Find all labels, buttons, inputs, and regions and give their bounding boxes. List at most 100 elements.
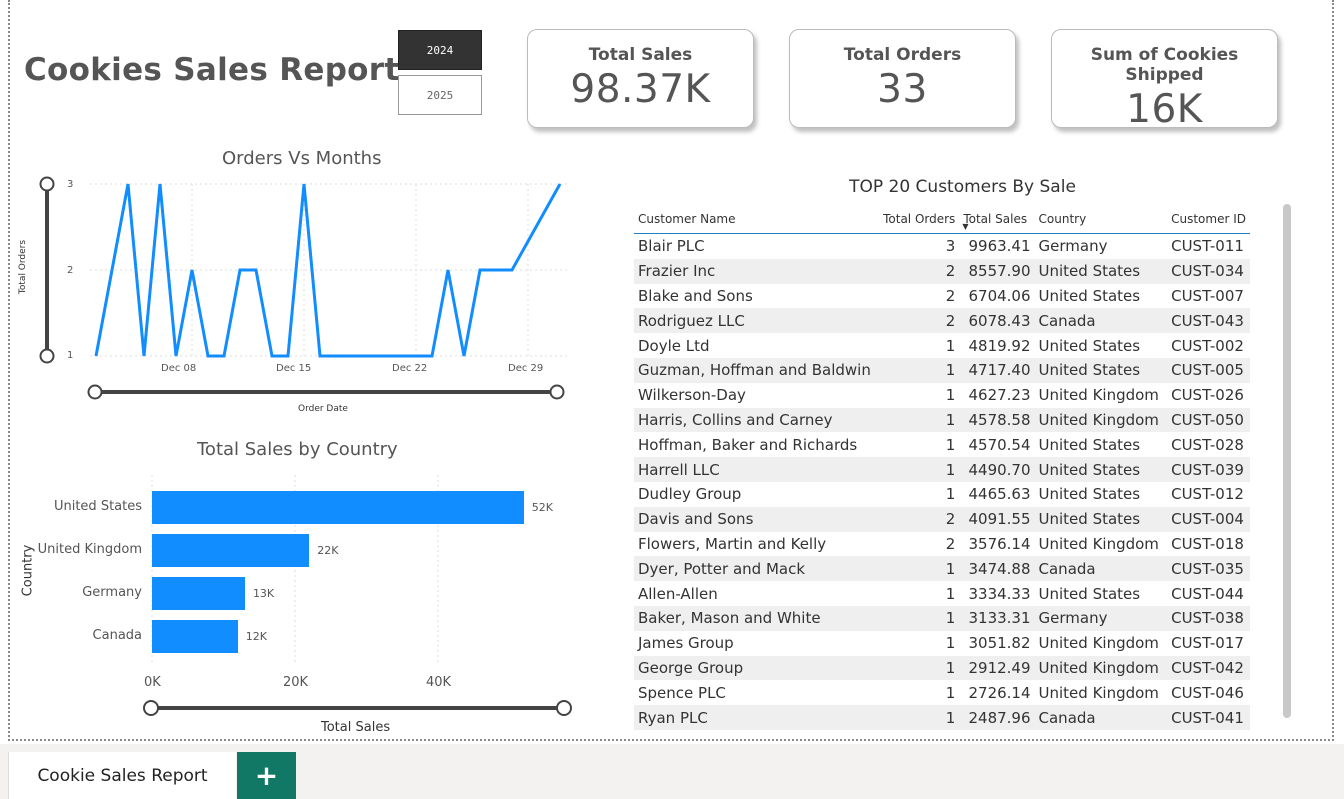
bar-data-label: 52K: [531, 501, 554, 514]
cell-total-orders: 1: [874, 705, 960, 730]
slider-handle[interactable]: [549, 384, 565, 400]
cell-total-orders: 1: [945, 386, 956, 405]
column-header-total-sales[interactable]: Total Sales ▼: [959, 205, 1035, 234]
cell-country: Canada: [1034, 308, 1168, 334]
slider-handle[interactable]: [87, 384, 103, 400]
cell-total-orders: 1: [945, 336, 956, 355]
table-row[interactable]: Guzman, Hoffman and Baldwin 1 4717.40 Unite…: [634, 357, 1250, 383]
cell-total-sales: 4490.70: [959, 457, 1035, 482]
cell-customer-name: Doyle Ltd: [638, 336, 710, 355]
cell-country: United States: [1034, 258, 1168, 284]
cell-customer-name: Wilkerson-Day: [638, 386, 746, 405]
bar-category-label: Canada: [92, 628, 142, 643]
table-row[interactable]: Wilkerson-Day 1 4627.23 United Kingdom CUST-…: [634, 383, 1250, 408]
cell-total-sales: 3051.82: [968, 634, 1031, 653]
x-tick-label: Dec 15: [276, 363, 312, 374]
cell-country: United States: [1034, 457, 1168, 482]
table-row[interactable]: Blair PLC 3 9963.41 Germany CUST-011: [634, 234, 1250, 259]
cell-country: United Kingdom: [1038, 634, 1159, 653]
cell-customer-id: CUST-026: [1171, 386, 1244, 405]
cell-customer-id: CUST-011: [1171, 237, 1244, 256]
table-row[interactable]: James Group 1 3051.82 United Kingdom CUST-01…: [634, 631, 1250, 656]
cell-customer-id: CUST-041: [1167, 705, 1250, 730]
table-row[interactable]: Harris, Collins and Carney 1 4578.58 United…: [634, 407, 1250, 433]
cell-total-orders: 1: [945, 435, 956, 454]
column-header-customer-id[interactable]: Customer ID: [1167, 205, 1250, 234]
table-scrollbar[interactable]: [1283, 204, 1291, 718]
cell-customer-id: CUST-007: [1171, 286, 1244, 305]
cell-total-sales: 3474.88: [959, 556, 1035, 582]
cell-total-orders: 2: [945, 286, 956, 305]
cell-total-sales: 3133.31: [959, 605, 1035, 631]
table-row[interactable]: Baker, Mason and White 1 3133.31 Germany CUS…: [634, 605, 1250, 631]
cell-total-sales: 9963.41: [968, 237, 1031, 256]
column-header-customer-name[interactable]: Customer Name: [634, 205, 875, 234]
tab-cookie-sales-report[interactable]: Cookie Sales Report: [8, 752, 236, 799]
table-row[interactable]: Ryan PLC 1 2487.96 Canada CUST-041: [634, 705, 1250, 730]
cell-customer-id: CUST-028: [1171, 435, 1244, 454]
table-row[interactable]: George Group 1 2912.49 United Kingdom CUST-0…: [634, 655, 1250, 681]
cell-customer-id: CUST-038: [1167, 605, 1250, 631]
bar-chart-title: Total Sales by Country: [197, 439, 398, 460]
cell-total-sales: 4465.63: [968, 485, 1031, 504]
bar-canada[interactable]: [152, 620, 238, 653]
cell-customer-name: Hoffman, Baker and Richards: [638, 435, 858, 454]
add-page-button[interactable]: +: [237, 752, 296, 799]
cell-total-orders: 2: [874, 506, 960, 532]
cell-total-sales: 4091.55: [959, 506, 1035, 532]
table-row[interactable]: Allen-Allen 1 3334.33 United States CUST-044: [634, 581, 1250, 606]
cell-country: United States: [1034, 357, 1168, 383]
cell-customer-id: CUST-044: [1171, 584, 1244, 603]
slider-handle[interactable]: [39, 348, 55, 364]
cell-country: United States: [1038, 485, 1141, 504]
bar-germany[interactable]: [152, 577, 245, 610]
cell-customer-name: Baker, Mason and White: [634, 605, 875, 631]
cell-customer-name: Blake and Sons: [638, 286, 753, 305]
cell-country: United States: [1038, 584, 1141, 603]
column-header-total-orders[interactable]: Total Orders: [874, 205, 960, 234]
cell-customer-id: CUST-002: [1171, 336, 1244, 355]
cell-customer-id: CUST-039: [1167, 457, 1250, 482]
table-row[interactable]: Rodriguez LLC 2 6078.43 Canada CUST-043: [634, 308, 1250, 334]
cell-country: United Kingdom: [1034, 407, 1168, 433]
table-row[interactable]: Hoffman, Baker and Richards 1 4570.54 Unite…: [634, 432, 1250, 457]
slider-handle[interactable]: [143, 700, 159, 716]
column-header-country[interactable]: Country: [1034, 205, 1168, 234]
cell-total-orders: 2: [874, 258, 960, 284]
cell-country: United Kingdom: [1038, 386, 1159, 405]
table-row[interactable]: Dudley Group 1 4465.63 United States CUST-01…: [634, 482, 1250, 507]
kpi-card-total-sales[interactable]: Total Sales 98.37K: [527, 29, 754, 128]
table-row[interactable]: Dyer, Potter and Mack 1 3474.88 Canada CUST-…: [634, 556, 1250, 582]
cell-total-orders: 2: [945, 534, 956, 553]
year-slicer-2025[interactable]: 2025: [398, 75, 482, 115]
cell-total-sales: 8557.90: [959, 258, 1035, 284]
table-row[interactable]: Davis and Sons 2 4091.55 United States CUST-…: [634, 506, 1250, 532]
line-chart[interactable]: [20, 170, 580, 420]
bar-united-states[interactable]: [152, 491, 524, 524]
bar-category-label: United States: [53, 499, 142, 514]
cell-customer-name: Blair PLC: [638, 237, 705, 256]
table-row[interactable]: Flowers, Martin and Kelly 2 3576.14 United …: [634, 532, 1250, 557]
table-row[interactable]: Doyle Ltd 1 4819.92 United States CUST-002: [634, 333, 1250, 358]
slider-handle[interactable]: [39, 176, 55, 192]
kpi-label: Total Sales: [588, 45, 693, 65]
cell-total-sales: 2912.49: [959, 655, 1035, 681]
x-tick-label: 0K: [144, 675, 161, 690]
y-axis-label: Total Orders: [18, 239, 29, 295]
cell-total-sales: 2487.96: [959, 705, 1035, 730]
table-row[interactable]: Blake and Sons 2 6704.06 United States CUST-…: [634, 284, 1250, 309]
sort-descending-icon: ▼: [962, 222, 969, 231]
bar-united-kingdom[interactable]: [152, 534, 310, 567]
kpi-value: 33: [877, 67, 928, 112]
slider-handle[interactable]: [556, 700, 572, 716]
kpi-card-total-orders[interactable]: Total Orders 33: [789, 29, 1016, 128]
x-tick-label: 20K: [283, 675, 309, 690]
cell-total-sales: 4578.58: [959, 407, 1035, 433]
year-slicer-2024[interactable]: 2024: [398, 30, 482, 70]
customers-table: Customer Name Total Orders Total Sales ▼ …: [634, 205, 1250, 730]
table-row[interactable]: Frazier Inc 2 8557.90 United States CUST-034: [634, 258, 1250, 284]
table-row[interactable]: Harrell LLC 1 4490.70 United States CUST-039: [634, 457, 1250, 482]
kpi-card-cookies-shipped[interactable]: Sum of Cookies Shipped 16K: [1051, 29, 1278, 132]
y-tick-label: 1: [67, 350, 74, 361]
table-row[interactable]: Spence PLC 1 2726.14 United Kingdom CUST-046: [634, 680, 1250, 705]
